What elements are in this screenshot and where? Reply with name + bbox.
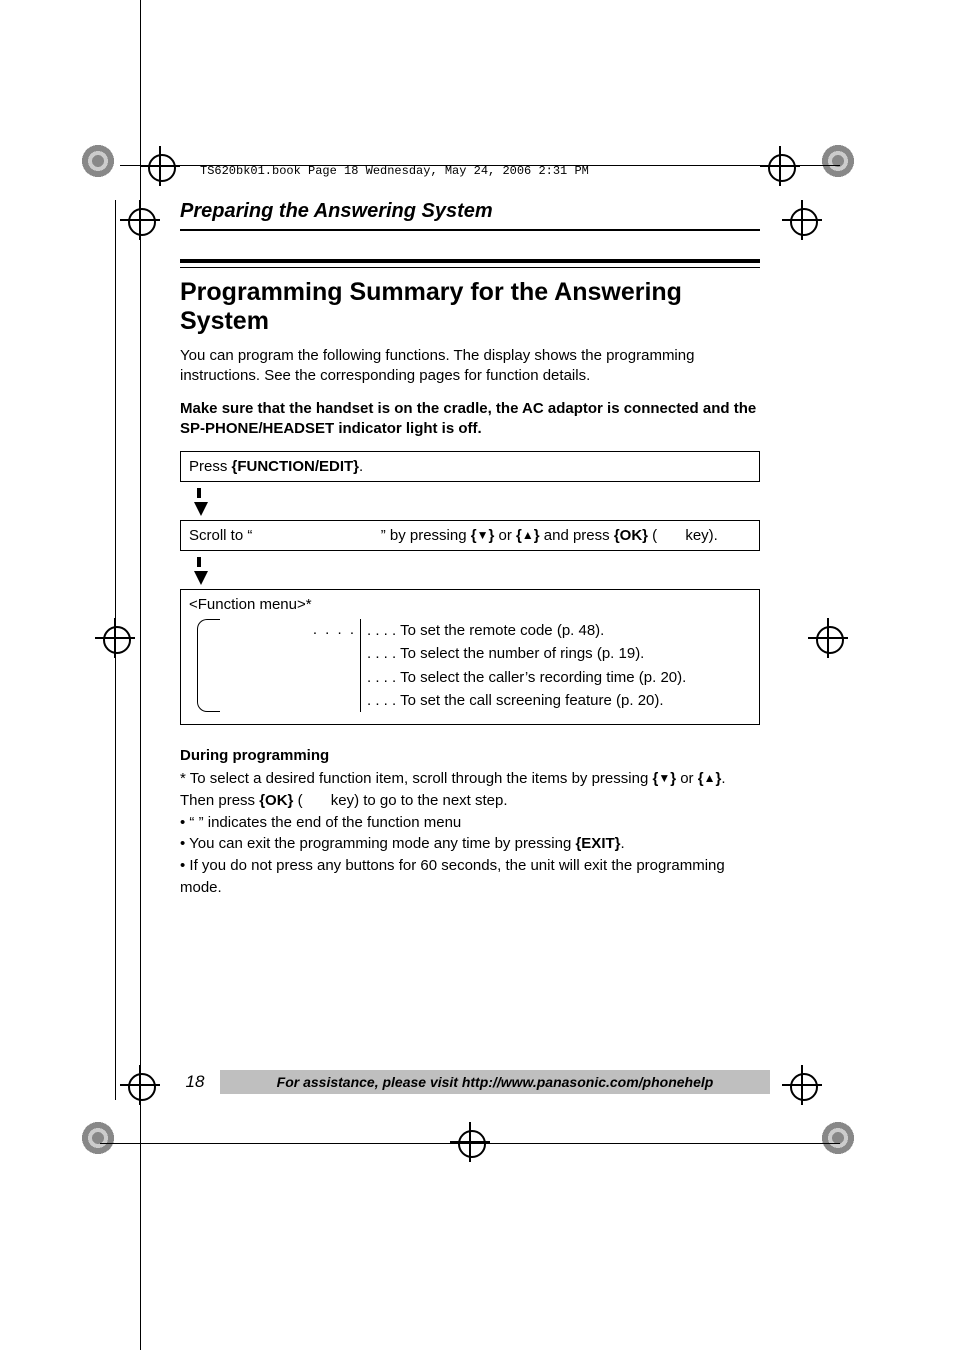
bracket-icon bbox=[197, 619, 220, 712]
footer-bar: For assistance, please visit http://www.… bbox=[220, 1070, 770, 1094]
step2-c: and press bbox=[540, 527, 614, 544]
intro-text: You can program the following functions.… bbox=[180, 346, 760, 387]
step2-e: key). bbox=[681, 527, 718, 544]
func-row-4: . . . . To set the call screening featur… bbox=[367, 689, 751, 712]
step1-box: Press {FUNCTION/EDIT}. bbox=[180, 451, 760, 482]
page-number: 18 bbox=[170, 1072, 220, 1092]
crop-mark-tr bbox=[820, 143, 856, 179]
step2-or: or bbox=[494, 527, 516, 544]
up-arrow-icon: ▲ bbox=[522, 528, 534, 542]
down-arrow-icon-2: ▼ bbox=[658, 770, 670, 787]
bullet-3: • You can exit the programming mode any … bbox=[180, 833, 760, 855]
arrow-stem-1 bbox=[197, 488, 201, 498]
down-arrow-icon: ▼ bbox=[477, 528, 489, 542]
reg-cross-br bbox=[782, 1065, 822, 1105]
function-menu-header: <Function menu>* bbox=[189, 596, 751, 613]
page-title: Programming Summary for the Answering Sy… bbox=[180, 278, 760, 336]
crop-mark-bl bbox=[80, 1120, 116, 1156]
bullets: * To select a desired function item, scr… bbox=[180, 768, 760, 899]
reg-cross-tr bbox=[782, 200, 822, 240]
bullet-4: • If you do not press any buttons for 60… bbox=[180, 855, 760, 899]
step2-b: ” by pressing bbox=[381, 527, 471, 544]
func-row-2: . . . . To select the number of rings (p… bbox=[367, 642, 751, 665]
section-heading: Preparing the Answering System bbox=[180, 200, 760, 231]
crop-vline-left bbox=[140, 0, 141, 1350]
arrow-down-icon-2 bbox=[194, 571, 208, 585]
function-edit-key: {FUNCTION/EDIT} bbox=[232, 458, 360, 475]
bullet-2: • “ ” indicates the end of the function … bbox=[180, 812, 760, 834]
crop-mark-br bbox=[820, 1120, 856, 1156]
running-head: TS620bk01.book Page 18 Wednesday, May 24… bbox=[200, 164, 589, 178]
step1-a: Press bbox=[189, 458, 232, 475]
divider-line bbox=[360, 619, 361, 712]
up-arrow-icon-2: ▲ bbox=[704, 770, 716, 787]
reg-cross-top bbox=[760, 146, 800, 186]
function-rows: . . . . To set the remote code (p. 48). … bbox=[367, 619, 751, 712]
arrow-stem-2 bbox=[197, 557, 201, 567]
ok-key: {OK} bbox=[614, 527, 648, 544]
rule-thick bbox=[180, 259, 760, 263]
func-row-1: . . . . To set the remote code (p. 48). bbox=[367, 619, 751, 642]
reg-cross-bottom bbox=[450, 1122, 490, 1162]
step2-d: ( bbox=[648, 527, 657, 544]
crop-vline-left2 bbox=[115, 200, 116, 1100]
step1-b: . bbox=[359, 458, 363, 475]
function-menu-box: <Function menu>* . . . . . . . . To set … bbox=[180, 589, 760, 725]
step2-box: Scroll to “ ” by pressing {▼} or {▲} and… bbox=[180, 520, 760, 551]
func-row-3: . . . . To select the caller’s recording… bbox=[367, 666, 751, 689]
reg-cross-right bbox=[808, 618, 848, 658]
reg-cross-top2 bbox=[140, 146, 180, 186]
step2-a: Scroll to “ bbox=[189, 527, 252, 544]
crop-mark-tl bbox=[80, 143, 116, 179]
arrow-down-icon bbox=[194, 502, 208, 516]
left-dots: . . . . bbox=[313, 621, 356, 638]
rule-thin bbox=[180, 267, 760, 268]
footer: 18 For assistance, please visit http://w… bbox=[170, 1070, 770, 1094]
warning-text: Make sure that the handset is on the cra… bbox=[180, 399, 760, 440]
crop-hline-bottom bbox=[100, 1143, 840, 1144]
bullet-1: * To select a desired function item, scr… bbox=[180, 768, 760, 812]
during-heading: During programming bbox=[180, 747, 760, 764]
